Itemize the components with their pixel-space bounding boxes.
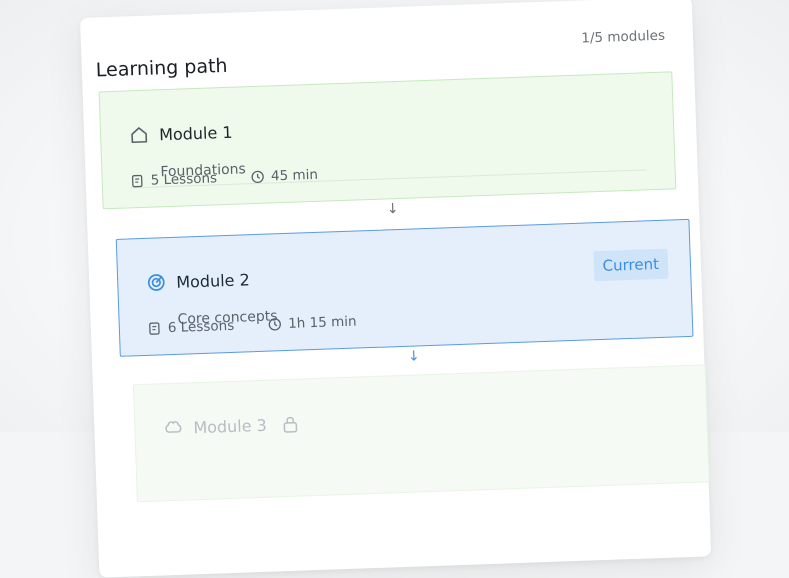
lessons-label: 6 Lessons bbox=[168, 318, 235, 336]
lessons-icon bbox=[148, 321, 162, 335]
modules-progress: 1/5 modules bbox=[581, 28, 665, 47]
module-header: Module 3 bbox=[163, 414, 299, 439]
lessons-count: 5 Lessons bbox=[130, 170, 217, 189]
brain-icon bbox=[163, 418, 184, 439]
lessons-label: 5 Lessons bbox=[150, 170, 217, 188]
lock-icon bbox=[282, 415, 299, 434]
module-card-1[interactable]: Module 1 Foundations 5 Lessons 45 min bbox=[99, 71, 677, 209]
clock-icon bbox=[251, 170, 265, 184]
duration-label: 45 min bbox=[271, 167, 318, 185]
module-title: Module 3 bbox=[193, 415, 267, 437]
module-card-2[interactable]: Module 2 Current Core concepts 6 Lessons… bbox=[116, 219, 694, 357]
lessons-icon bbox=[130, 174, 144, 188]
duration: 45 min bbox=[251, 167, 318, 185]
duration-label: 1h 15 min bbox=[288, 314, 357, 332]
duration: 1h 15 min bbox=[268, 314, 357, 333]
module-header: Module 2 bbox=[146, 269, 250, 293]
module-card-3[interactable]: Module 3 bbox=[133, 364, 711, 502]
lessons-count: 6 Lessons bbox=[148, 318, 235, 337]
page-title: Learning path bbox=[95, 55, 227, 82]
target-icon bbox=[146, 272, 167, 293]
learning-path-card: Learning path 1/5 modules Module 1 Found… bbox=[80, 0, 711, 578]
module-meta: 5 Lessons 45 min bbox=[130, 167, 318, 190]
clock-icon bbox=[268, 317, 282, 331]
module-title: Module 1 bbox=[159, 122, 233, 144]
module-title: Module 2 bbox=[176, 270, 250, 292]
arrow-down-icon: ↓ bbox=[387, 201, 399, 217]
home-icon bbox=[129, 125, 150, 146]
module-header: Module 1 bbox=[129, 122, 233, 146]
status-badge: Current bbox=[593, 249, 668, 282]
arrow-down-icon: ↓ bbox=[408, 348, 420, 364]
